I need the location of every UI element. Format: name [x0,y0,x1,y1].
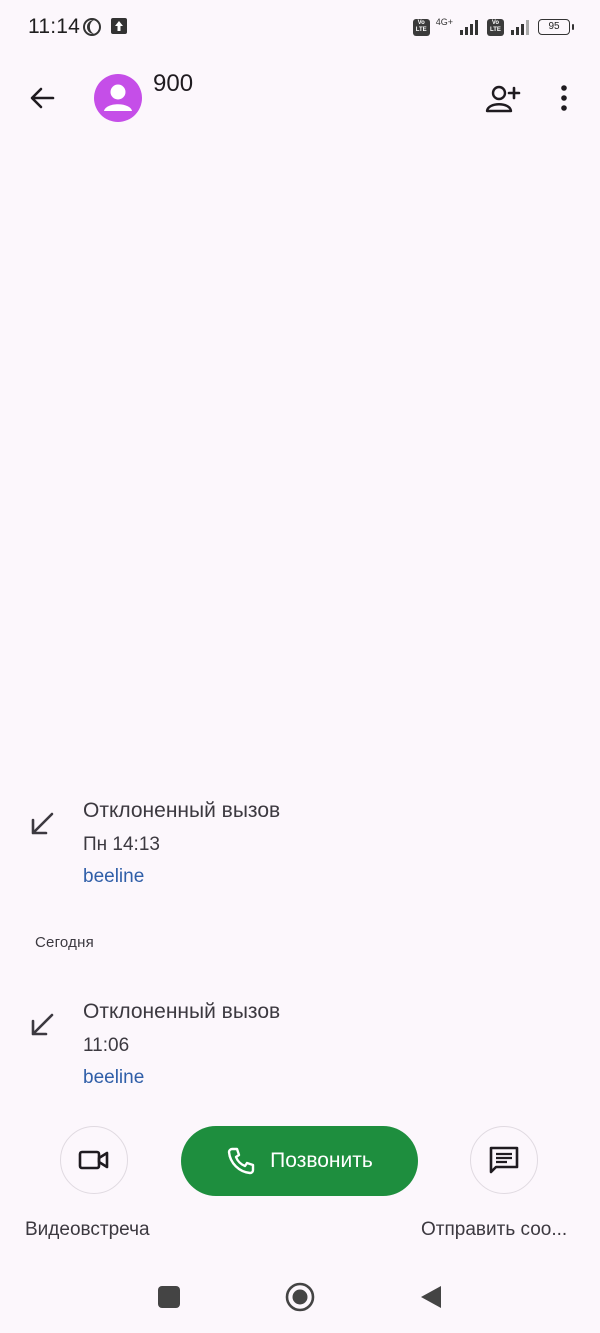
person-icon [104,84,132,111]
video-call-label: Видеовстреча [25,1219,150,1240]
battery-indicator: 95 [538,19,574,35]
add-contact-button[interactable] [482,78,524,120]
call-time-label: 11:06 [83,1035,130,1056]
recent-apps-button[interactable] [158,1286,180,1308]
call-type-label: Отклоненный вызов [83,1000,281,1023]
status-time: 11:14 [28,15,80,38]
status-indicators: Vo LTE 4G+ Vo LTE 95 [412,16,574,38]
call-button-label: Позвонить [270,1149,373,1172]
nav-back-button[interactable] [419,1284,443,1310]
call-button[interactable]: Позвонить [181,1126,418,1196]
phone-icon [227,1147,255,1175]
signal-strength-icon-2 [511,20,529,35]
incoming-call-arrow-icon [31,812,54,835]
call-time-label: Пн 14:13 [83,834,160,855]
more-options-button[interactable] [544,78,584,118]
call-history-item[interactable]: Отклоненный вызов 11:06 beeline [0,991,600,1101]
message-icon [489,1146,519,1174]
incoming-call-arrow-icon [31,1013,54,1036]
video-call-button[interactable] [60,1126,128,1194]
call-carrier-label: beeline [83,1067,145,1088]
send-message-label: Отправить соо... [421,1219,568,1240]
arrow-back-icon [30,87,55,109]
volte-badge-2: Vo LTE [487,18,504,36]
more-vert-icon [561,85,567,111]
send-message-button[interactable] [470,1126,538,1194]
section-header-today: Сегодня [35,934,94,951]
call-type-label: Отклоненный вызов [83,799,281,822]
volte-badge-1: Vo LTE [412,18,430,36]
videocam-icon [78,1150,109,1170]
status-bar: 11:14 Vo LTE 4G+ Vo LTE 95 [0,0,600,56]
network-type-label: 4G+ [435,16,453,27]
call-carrier-label: beeline [83,866,145,887]
call-history-item[interactable]: Отклоненный вызов Пн 14:13 beeline [0,790,600,900]
signal-strength-icon-1 [460,20,478,35]
home-button[interactable] [284,1281,316,1313]
person-add-icon [485,85,521,113]
contact-avatar [94,74,142,122]
back-button[interactable] [22,78,62,118]
do-not-disturb-moon-icon [83,18,101,36]
upload-notification-icon [111,18,127,34]
contact-name: 900 [153,70,194,97]
